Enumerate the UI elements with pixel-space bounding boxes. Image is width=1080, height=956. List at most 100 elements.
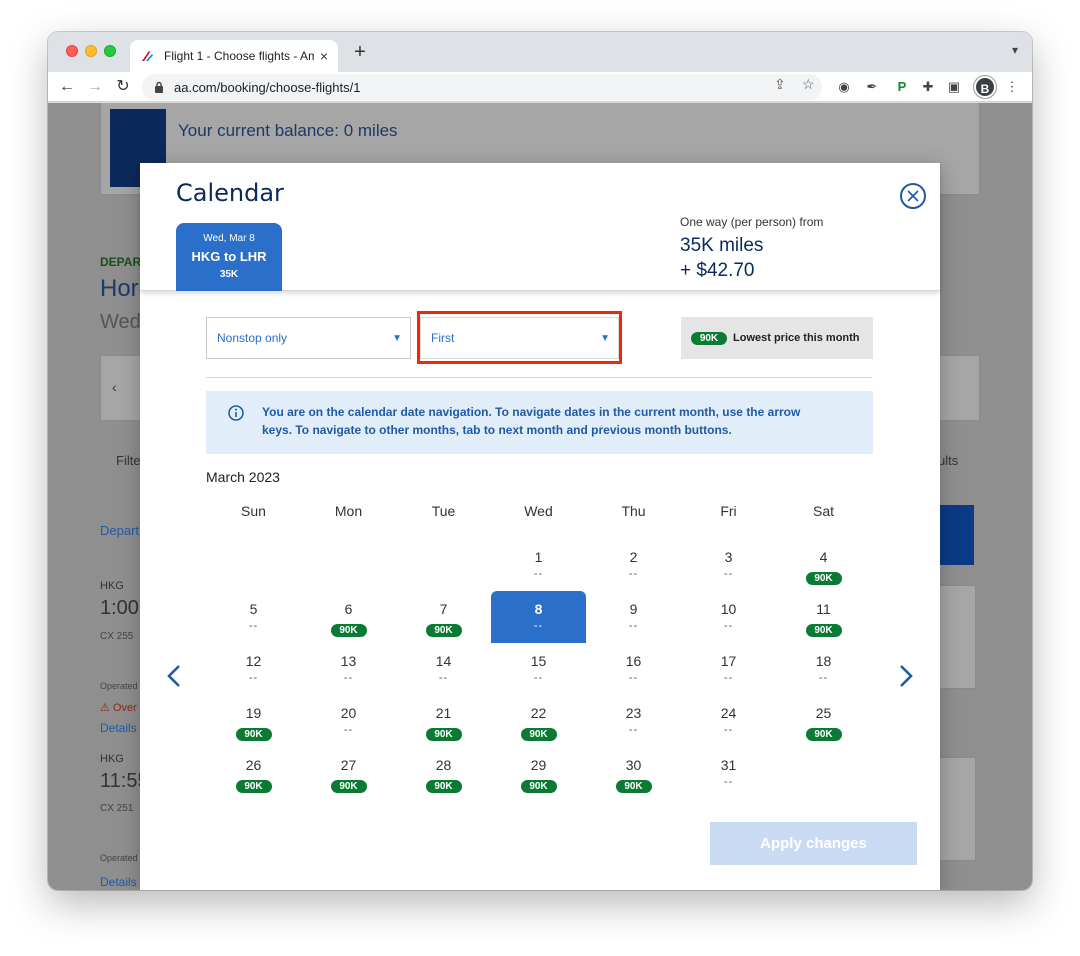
row1-details: Details	[100, 721, 137, 735]
calendar-day[interactable]: 6 90K	[301, 591, 396, 643]
calendar-day[interactable]: 5 --	[206, 591, 301, 643]
extension-p-icon[interactable]: P	[892, 77, 912, 97]
day-price-badge: 90K	[425, 780, 462, 793]
calendar-day-selected[interactable]: 8 --	[491, 591, 586, 643]
calendar-day[interactable]: 20 --	[301, 695, 396, 747]
calendar-day[interactable]: 10 --	[681, 591, 776, 643]
tab-close-icon[interactable]: ×	[320, 48, 328, 64]
calendar-day[interactable]: 13 --	[301, 643, 396, 695]
share-icon[interactable]: ⇪	[774, 76, 786, 93]
day-number: 1	[534, 549, 543, 565]
price-label: One way (per person) from	[680, 215, 824, 229]
reload-icon[interactable]: ↻	[112, 76, 134, 98]
results-text: ults	[938, 453, 959, 468]
tab-search-chevron-icon[interactable]: ▾	[1012, 43, 1018, 57]
browser-tab[interactable]: Flight 1 - Choose flights - Ame ×	[130, 40, 338, 72]
bookmark-star-icon[interactable]: ☆	[802, 76, 815, 93]
calendar-day[interactable]: 2 --	[586, 539, 681, 591]
weekday-header: Sat	[812, 503, 834, 519]
profile-avatar[interactable]: B	[974, 76, 996, 98]
row2-details: Details	[100, 875, 137, 889]
calendar-day[interactable]: 22 90K	[491, 695, 586, 747]
side-panel-icon[interactable]: ▣	[944, 77, 964, 97]
calendar-day[interactable]: 18 --	[776, 643, 871, 695]
day-number: 26	[245, 757, 262, 773]
info-icon	[228, 405, 244, 421]
flight-card-date: Wed, Mar 8	[203, 233, 255, 244]
day-number: 3	[724, 549, 733, 565]
calendar-day[interactable]: 11 90K	[776, 591, 871, 643]
extension-pen-icon[interactable]: ✒	[862, 77, 882, 97]
row1-code: HKG	[100, 580, 124, 592]
day-no-price: --	[628, 672, 639, 684]
modal-header: Calendar Wed, Mar 8 HKG to LHR 35K One w…	[140, 163, 940, 291]
calendar-day[interactable]: 24 --	[681, 695, 776, 747]
day-no-price: --	[818, 672, 829, 684]
day-number: 15	[530, 653, 547, 669]
calendar-day[interactable]: 7 90K	[396, 591, 491, 643]
day-number: 13	[340, 653, 357, 669]
flight-card[interactable]: Wed, Mar 8 HKG to LHR 35K	[176, 223, 282, 291]
day-no-price: --	[533, 620, 544, 632]
calendar-day[interactable]: 31 --	[681, 747, 776, 799]
day-number: 16	[625, 653, 642, 669]
weekday-header: Fri	[720, 503, 737, 519]
calendar-day[interactable]: 4 90K	[776, 539, 871, 591]
day-no-price: --	[723, 620, 734, 632]
day-price-badge: 90K	[520, 780, 557, 793]
new-tab-button[interactable]: +	[348, 41, 372, 65]
cabin-select-highlight	[417, 311, 622, 364]
day-price-badge: 90K	[330, 624, 367, 637]
calendar-day[interactable]: 3 --	[681, 539, 776, 591]
legend-badge: 90K	[691, 331, 727, 345]
close-window-button[interactable]	[66, 45, 78, 57]
calendar-day[interactable]: 9 --	[586, 591, 681, 643]
day-price-badge: 90K	[235, 728, 272, 741]
day-number: 2	[629, 549, 638, 565]
calendar-day[interactable]: 17 --	[681, 643, 776, 695]
info-text: You are on the calendar date navigation.…	[262, 405, 801, 437]
previous-month-arrow-icon[interactable]	[164, 663, 184, 689]
day-price-badge: 90K	[805, 728, 842, 741]
day-number: 12	[245, 653, 262, 669]
calendar-day[interactable]: 23 --	[586, 695, 681, 747]
forward-arrow-icon[interactable]: →	[84, 76, 106, 98]
close-modal-button[interactable]	[900, 183, 926, 209]
day-no-price: --	[723, 672, 734, 684]
maximize-window-button[interactable]	[104, 45, 116, 57]
calendar-day[interactable]: 27 90K	[301, 747, 396, 799]
weekday-header: Thu	[621, 503, 646, 519]
day-number: 9	[629, 601, 638, 617]
day-number: 28	[435, 757, 452, 773]
minimize-window-button[interactable]	[85, 45, 97, 57]
calendar-day[interactable]: 21 90K	[396, 695, 491, 747]
day-no-price: --	[628, 568, 639, 580]
weekday-header: Tue	[431, 503, 456, 519]
browser-window: Flight 1 - Choose flights - Ame × + ▾ ← …	[48, 32, 1032, 890]
row1-warning: ⚠ Over	[100, 702, 137, 714]
calendar-day[interactable]: 14 --	[396, 643, 491, 695]
day-number: 5	[249, 601, 258, 617]
stops-select[interactable]: Nonstop only ▼	[206, 317, 411, 359]
calendar-day[interactable]: 26 90K	[206, 747, 301, 799]
calendar-day[interactable]: 29 90K	[491, 747, 586, 799]
day-no-price: --	[628, 620, 639, 632]
calendar-day[interactable]: 12 --	[206, 643, 301, 695]
address-bar[interactable]: aa.com/booking/choose-flights/1	[142, 74, 822, 100]
day-no-price: --	[628, 724, 639, 736]
calendar-day[interactable]: 30 90K	[586, 747, 681, 799]
calendar-day[interactable]: 16 --	[586, 643, 681, 695]
calendar-day[interactable]: 28 90K	[396, 747, 491, 799]
calendar-day[interactable]: 19 90K	[206, 695, 301, 747]
camera-icon[interactable]: ◉	[834, 77, 854, 97]
filter-text: Filte	[116, 453, 141, 468]
apply-changes-button[interactable]: Apply changes	[710, 822, 917, 865]
more-menu-icon[interactable]: ⋮	[1002, 77, 1022, 97]
calendar-day[interactable]: 15 --	[491, 643, 586, 695]
back-arrow-icon[interactable]: ←	[56, 76, 78, 98]
next-month-arrow-icon[interactable]	[896, 663, 916, 689]
calendar-day[interactable]: 25 90K	[776, 695, 871, 747]
extensions-puzzle-icon[interactable]: ✚	[918, 77, 938, 97]
calendar-day[interactable]: 1 --	[491, 539, 586, 591]
day-no-price: --	[248, 620, 259, 632]
